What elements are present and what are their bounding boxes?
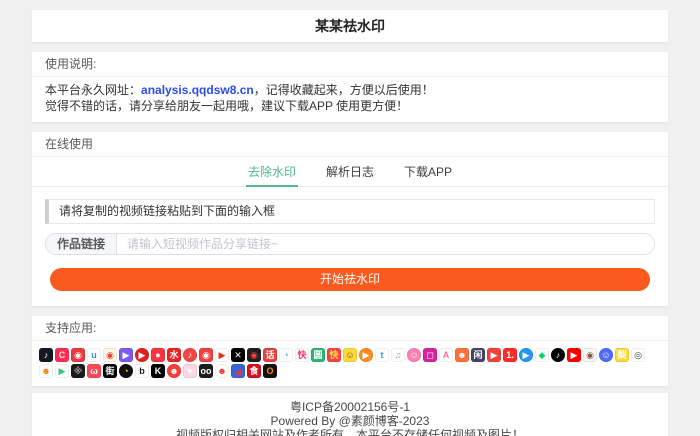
tab-remove-watermark[interactable]: 去除水印 bbox=[246, 159, 298, 187]
app-icon: oo bbox=[199, 364, 213, 378]
permanent-url-link[interactable]: analysis.qqdsw8.cn bbox=[141, 83, 254, 97]
instructions-section-title: 使用说明: bbox=[32, 52, 668, 77]
powered-by: Powered By @素颜博客-2023 bbox=[32, 414, 668, 428]
instructions-line1-prefix: 本平台永久网址： bbox=[45, 83, 141, 97]
app-icon: 梨 bbox=[615, 348, 629, 362]
tab-download-app[interactable]: 下载APP bbox=[402, 159, 454, 187]
page-title: 某某祛水印 bbox=[32, 16, 668, 36]
instagram-icon: ◻ bbox=[423, 348, 437, 362]
app-icon: ◢ bbox=[231, 364, 245, 378]
app-icon: ▶ bbox=[487, 348, 501, 362]
app-icon: ☻ bbox=[39, 364, 53, 378]
online-use-card: 在线使用 去除水印 解析日志 下载APP 请将复制的视频链接粘贴到下面的输入框 … bbox=[32, 132, 668, 306]
instructions-body: 本平台永久网址：analysis.qqdsw8.cn，记得收藏起来，方便以后使用… bbox=[32, 77, 668, 122]
app-icon: ◉ bbox=[583, 348, 597, 362]
app-icon: b bbox=[135, 364, 149, 378]
app-icon: 话 bbox=[263, 348, 277, 362]
app-icon: K bbox=[151, 364, 165, 378]
page-container: 某某祛水印 使用说明: 本平台永久网址：analysis.qqdsw8.cn，记… bbox=[32, 10, 668, 436]
app-icon: ☺ bbox=[343, 348, 357, 362]
apps-body: ♪C◉u◉▶▶●水♪◉▶✕◉话◔快圆快☺▶t♫☺◻A☻闲▶1.▶◆♪▶◉☺梨◎ … bbox=[32, 341, 668, 386]
app-icon: 快 bbox=[327, 348, 341, 362]
app-icon: ω bbox=[87, 364, 101, 378]
start-remove-watermark-button[interactable]: 开始祛水印 bbox=[50, 268, 650, 291]
app-icon: ▶ bbox=[215, 348, 229, 362]
app-icon: ▶ bbox=[359, 348, 373, 362]
tab-parse-log[interactable]: 解析日志 bbox=[324, 159, 376, 187]
app-icon: ▶ bbox=[119, 348, 133, 362]
app-icon: ◔ bbox=[279, 348, 293, 362]
youtube-icon: ▶ bbox=[567, 348, 581, 362]
app-icon: ◆ bbox=[535, 348, 549, 362]
douyin-icon: ♪ bbox=[39, 348, 53, 362]
link-input-row: 作品链接 bbox=[45, 233, 655, 255]
supported-apps-card: 支持应用: ♪C◉u◉▶▶●水♪◉▶✕◉话◔快圆快☺▶t♫☺◻A☻闲▶1.▶◆♪… bbox=[32, 316, 668, 386]
app-icon: 1. bbox=[503, 348, 517, 362]
app-icon: ● bbox=[151, 348, 165, 362]
app-icon: ☻ bbox=[215, 364, 229, 378]
app-icon: ▶ bbox=[55, 364, 69, 378]
app-icon: 食 bbox=[247, 364, 261, 378]
icp-record: 粤ICP备20002156号-1 bbox=[32, 400, 668, 414]
app-icon: 街 bbox=[103, 364, 117, 378]
app-icon: ▶ bbox=[135, 348, 149, 362]
app-icon: C bbox=[55, 348, 69, 362]
online-section-title: 在线使用 bbox=[32, 132, 668, 157]
copyright-disclaimer: 视频版权归相关网站及作者所有，本平台不存储任何视频及图片！ bbox=[32, 428, 668, 436]
app-icon: ♫ bbox=[391, 348, 405, 362]
video-link-input[interactable] bbox=[117, 234, 654, 254]
instructions-line1: 本平台永久网址：analysis.qqdsw8.cn，记得收藏起来，方便以后使用… bbox=[45, 82, 655, 98]
app-icon: O bbox=[263, 364, 277, 378]
kuaishou-icon: 快 bbox=[295, 348, 309, 362]
app-icon: ▶ bbox=[519, 348, 533, 362]
app-icon: ☻ bbox=[455, 348, 469, 362]
link-input-label: 作品链接 bbox=[46, 234, 117, 254]
app-icon: u bbox=[87, 348, 101, 362]
app-icon: ◉ bbox=[247, 348, 261, 362]
app-icon: 闲 bbox=[471, 348, 485, 362]
app-icon: 圆 bbox=[311, 348, 325, 362]
app-icon-row: ♪C◉u◉▶▶●水♪◉▶✕◉话◔快圆快☺▶t♫☺◻A☻闲▶1.▶◆♪▶◉☺梨◎ bbox=[39, 347, 661, 363]
tab-bar: 去除水印 解析日志 下载APP bbox=[32, 157, 668, 187]
footer-card: 粤ICP备20002156号-1 Powered By @素颜博客-2023 视… bbox=[32, 393, 668, 436]
acfun-icon: A bbox=[439, 348, 453, 362]
apps-section-title: 支持应用: bbox=[32, 316, 668, 341]
instructions-line1-suffix: ，记得收藏起来，方便以后使用！ bbox=[254, 83, 434, 97]
app-icon: ♥ bbox=[183, 364, 197, 378]
instructions-line2: 觉得不错的话，请分享给朋友一起用哦，建议下载APP 使用更方便！ bbox=[45, 98, 655, 114]
twitter-icon: t bbox=[375, 348, 389, 362]
app-icon: ♪ bbox=[551, 348, 565, 362]
app-icon: ◎ bbox=[631, 348, 645, 362]
capcut-icon: ✕ bbox=[231, 348, 245, 362]
app-icon: ◔ bbox=[119, 364, 133, 378]
app-icon: ◉ bbox=[71, 348, 85, 362]
header-card: 某某祛水印 bbox=[32, 10, 668, 42]
app-icon: 水 bbox=[167, 348, 181, 362]
instructions-card: 使用说明: 本平台永久网址：analysis.qqdsw8.cn，记得收藏起来，… bbox=[32, 52, 668, 122]
paste-notice: 请将复制的视频链接粘贴到下面的输入框 bbox=[45, 199, 655, 224]
app-icon: ※ bbox=[71, 364, 85, 378]
app-icon-row: ☻▶※ω街◔bK☻♥oo☻◢食O bbox=[39, 363, 661, 379]
weibo-icon: ◉ bbox=[103, 348, 117, 362]
app-icon: ♪ bbox=[183, 348, 197, 362]
online-body: 请将复制的视频链接粘贴到下面的输入框 作品链接 开始祛水印 bbox=[32, 187, 668, 306]
app-icon: ☻ bbox=[167, 364, 181, 378]
app-icon: ☺ bbox=[407, 348, 421, 362]
app-icon: ◉ bbox=[199, 348, 213, 362]
app-icon: ☺ bbox=[599, 348, 613, 362]
